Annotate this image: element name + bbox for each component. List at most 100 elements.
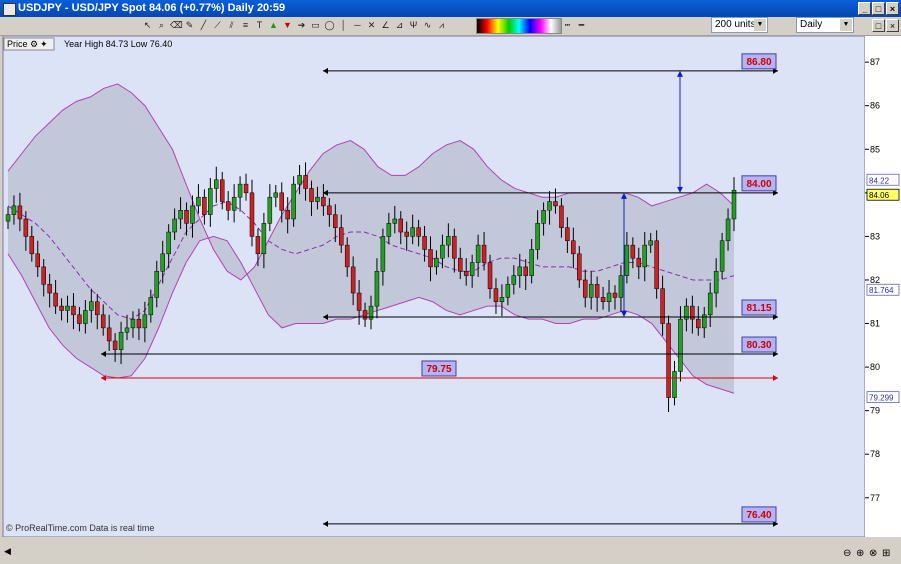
time-axis [0, 537, 901, 561]
arrow-up-icon[interactable]: ▲ [268, 19, 279, 31]
price-badge: 84.06 [866, 188, 900, 201]
cycle-icon[interactable]: ∿ [422, 19, 433, 31]
candle-body [297, 175, 302, 185]
candle-body [344, 244, 350, 268]
minimize-button[interactable]: _ [858, 2, 871, 15]
rectangle-icon[interactable]: ▭ [310, 19, 321, 31]
candle-body [523, 266, 528, 276]
candle-body [23, 218, 29, 237]
price-chart[interactable]: 86.80 84.00 81.15 80.30 79.75 76.40 77 78 79 80 8… [0, 35, 901, 561]
zoom-reset-icon[interactable]: ⊗ [869, 548, 877, 559]
cross-icon[interactable]: ✕ [366, 19, 377, 31]
ellipse-icon[interactable]: ◯ [324, 19, 335, 31]
candle-body [190, 205, 195, 224]
candle-body [493, 288, 499, 302]
candle-body [696, 318, 701, 329]
price-badge: 84.22 [866, 173, 900, 186]
candle-body [214, 179, 219, 189]
candle-body [559, 205, 564, 228]
pointer-icon[interactable]: ↖ [142, 19, 153, 31]
arrow-down-icon[interactable]: ▼ [282, 19, 293, 31]
year-high-low-info: Year High 84.73 Low 76.40 [64, 39, 172, 49]
zoom-in-icon[interactable]: ⊕ [856, 548, 864, 559]
candle-body [321, 196, 326, 207]
zoom-out-icon[interactable]: ⊖ [843, 548, 851, 559]
candle-body [29, 236, 35, 255]
candle-body [208, 188, 213, 215]
candle-body [374, 271, 380, 307]
line-width-icon[interactable]: ━ [576, 19, 587, 31]
maximize-button[interactable]: □ [872, 2, 885, 15]
candle-body [100, 314, 106, 329]
candle-body [446, 236, 451, 246]
chart-restore-button[interactable]: □ [872, 19, 885, 32]
candle-body [600, 297, 606, 302]
candle-body [725, 218, 731, 242]
bear-candle [666, 315, 671, 412]
chart-area[interactable]: 86.80 84.00 81.15 80.30 79.75 76.40 77 78 79 80 8… [0, 35, 901, 561]
erase-icon[interactable]: ⌫ [170, 19, 183, 31]
candle-body [35, 253, 41, 268]
channel-icon[interactable]: ⫽ [226, 19, 237, 31]
y-tick-label: 83 [870, 231, 880, 241]
candle-body [255, 236, 261, 255]
candle-body [130, 318, 136, 329]
candle-body [404, 231, 409, 237]
candle-body [386, 223, 392, 237]
level-label: 84.00 [746, 179, 771, 190]
candle-body [17, 205, 23, 220]
candle-body [481, 244, 487, 263]
period-select[interactable]: Daily ▼ [796, 17, 854, 33]
candle-body [154, 271, 160, 298]
candle-body [672, 371, 677, 398]
candle-body [624, 244, 630, 276]
fibonacci-icon[interactable]: ≡ [240, 19, 251, 31]
gann-icon[interactable]: ∠ [380, 19, 391, 31]
ray-icon[interactable]: ⟋ [212, 19, 223, 31]
candle-body [636, 257, 642, 268]
horizontal-line-icon[interactable]: ─ [352, 19, 363, 31]
line-style-icon[interactable]: ┅ [562, 19, 573, 31]
candle-body [333, 214, 338, 228]
line-icon[interactable]: ╱ [198, 19, 209, 31]
candle-body [618, 275, 624, 298]
candle-body [582, 279, 588, 298]
candle-body [327, 205, 332, 215]
price-badge: 81.764 [866, 283, 900, 296]
scroll-left-icon[interactable]: ◀ [4, 546, 11, 556]
close-button[interactable]: × [886, 2, 899, 15]
settings-icon[interactable]: ⚙ [30, 39, 38, 49]
price-badge-label: 81.764 [869, 286, 894, 295]
candle-body [410, 227, 415, 237]
pencil-icon[interactable]: ✎ [184, 19, 195, 31]
candle-body [630, 244, 636, 259]
text-icon[interactable]: T [254, 19, 265, 31]
regression-icon[interactable]: ⊿ [394, 19, 405, 31]
candle-body [95, 301, 100, 316]
candle-body [553, 201, 558, 207]
pitchfork-icon[interactable]: Ψ [408, 19, 419, 31]
candle-body [89, 301, 94, 311]
candle-body [362, 310, 368, 320]
title-bar: USDJPY - USD/JPY Spot 84.06 (+0.77%) Dai… [0, 0, 901, 17]
chart-close-button[interactable]: × [886, 19, 899, 32]
speed-line-icon[interactable]: ⩘ [436, 19, 447, 31]
candle-body [678, 318, 683, 372]
tools-icon[interactable]: ✦ [40, 39, 48, 49]
zoom-icon[interactable]: ⌕ [156, 19, 167, 31]
vertical-line-icon[interactable]: │ [338, 19, 349, 31]
chart-scale-icon[interactable]: ⊞ [882, 548, 890, 559]
candle-body [338, 227, 344, 246]
candle-body [713, 271, 719, 294]
color-palette-icon[interactable] [476, 18, 562, 34]
candle-body [452, 236, 457, 259]
candle-body [285, 210, 290, 220]
candle-body [719, 240, 725, 272]
candle-body [178, 210, 183, 220]
level-label: 76.40 [746, 510, 771, 521]
units-select[interactable]: 200 units ▼ [711, 17, 768, 33]
candle-body [648, 240, 653, 246]
price-badge-label: 84.06 [869, 191, 890, 200]
arrow-right-icon[interactable]: ➔ [296, 19, 307, 31]
candle-body [517, 266, 523, 276]
